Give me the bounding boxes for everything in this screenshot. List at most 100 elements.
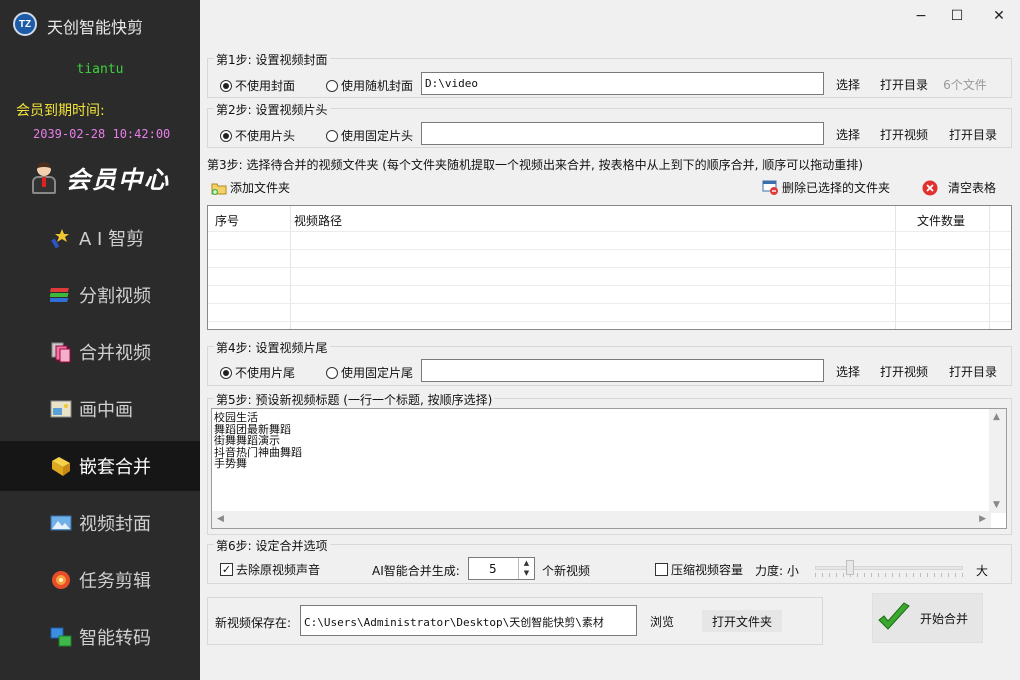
sidebar-item-task-edit[interactable]: 任务剪辑 <box>0 555 200 605</box>
add-folder-icon <box>211 183 227 195</box>
minimize-button[interactable]: − <box>911 6 931 26</box>
row-divider <box>208 267 1011 268</box>
radio-dot <box>220 366 232 379</box>
column-divider <box>290 206 291 329</box>
ai-count-unit: 个新视频 <box>542 564 591 578</box>
cover-path-input[interactable]: D:\video <box>421 72 824 95</box>
compress-label: 压缩视频容量 <box>671 563 744 577</box>
sidebar-item-label: 画中画 <box>79 400 133 421</box>
stepper-up-icon[interactable]: ▲ <box>519 558 534 568</box>
row-divider <box>208 321 1011 322</box>
step2-radio-none[interactable]: 不使用片头 <box>220 127 295 144</box>
outro-path-input[interactable] <box>421 359 824 382</box>
step1-radio-none[interactable]: 不使用封面 <box>220 77 295 94</box>
sidebar-item-label: 嵌套合并 <box>79 457 151 478</box>
remove-selected-folder-button[interactable]: 删除已选择的文件夹 <box>762 179 890 196</box>
output-label: 新视频保存在: <box>215 616 292 630</box>
sidebar-item-label: 合并视频 <box>79 343 151 364</box>
outro-select-button[interactable]: 选择 <box>830 360 866 382</box>
transcode-icon <box>50 627 72 647</box>
green-check-icon <box>878 602 910 630</box>
step6-title: 第6步: 设定合并选项 <box>214 537 330 554</box>
strength-label: 力度: 小 <box>755 564 799 578</box>
row-divider <box>208 285 1011 286</box>
sidebar-item-merge-video[interactable]: 合并视频 <box>0 327 200 377</box>
maximize-button[interactable]: ☐ <box>947 6 967 26</box>
intro-select-button[interactable]: 选择 <box>830 123 866 145</box>
add-folder-button[interactable]: 添加文件夹 <box>211 179 290 196</box>
sidebar-item-video-cover[interactable]: 视频封面 <box>0 498 200 548</box>
remove-audio-checkbox[interactable]: ✓ 去除原视频声音 <box>220 561 320 578</box>
row-divider <box>208 231 1011 232</box>
sidebar-item-split-video[interactable]: 分割视频 <box>0 270 200 320</box>
sidebar-item-ai-edit[interactable]: A I 智剪 <box>0 213 200 263</box>
column-divider <box>989 206 990 329</box>
outro-open-video-button[interactable]: 打开视频 <box>874 360 934 382</box>
step2-title: 第2步: 设置视频片头 <box>214 101 330 118</box>
folder-table[interactable]: 序号 视频路径 文件数量 <box>207 205 1012 330</box>
sidebar-item-label: A I 智剪 <box>79 229 145 250</box>
ai-count-label: AI智能合并生成: <box>372 564 460 578</box>
ai-count-stepper[interactable]: 5 ▲ ▼ <box>468 557 535 580</box>
open-folder-button[interactable]: 打开文件夹 <box>702 610 782 632</box>
scroll-right-icon[interactable]: ▶ <box>979 514 986 524</box>
intro-open-video-button[interactable]: 打开视频 <box>874 123 934 145</box>
ai-count-value[interactable]: 5 <box>489 562 497 576</box>
stepper-down-icon[interactable]: ▼ <box>519 568 534 578</box>
close-button[interactable]: ✕ <box>989 6 1009 26</box>
column-header-file-count[interactable]: 文件数量 <box>917 212 965 229</box>
column-header-index[interactable]: 序号 <box>215 212 239 229</box>
sidebar-item-picture-in-picture[interactable]: 画中画 <box>0 384 200 434</box>
video-cover-icon <box>50 515 72 531</box>
step4-radio-none[interactable]: 不使用片尾 <box>220 364 295 381</box>
businessman-icon <box>30 160 58 194</box>
sidebar-item-label: 任务剪辑 <box>79 571 151 592</box>
horizontal-scrollbar[interactable]: ◀ ▶ <box>212 511 991 528</box>
strength-max-label: 大 <box>976 564 989 578</box>
sidebar-item-transcode[interactable]: 智能转码 <box>0 612 200 662</box>
radio-dot <box>220 129 232 142</box>
vip-center-button[interactable]: 会员中心 <box>0 154 200 200</box>
column-divider <box>895 206 896 329</box>
start-merge-button[interactable]: 开始合并 <box>872 593 983 643</box>
intro-open-dir-button[interactable]: 打开目录 <box>943 123 1003 145</box>
radio-label: 不使用片尾 <box>235 366 296 380</box>
radio-dot <box>326 129 338 142</box>
split-video-icon <box>50 288 69 302</box>
clear-red-x-icon <box>922 180 938 195</box>
step1-radio-random[interactable]: 使用随机封面 <box>326 77 413 94</box>
radio-label: 使用固定片尾 <box>341 366 414 380</box>
titles-list: 校园生活 舞蹈团最新舞蹈 街舞舞蹈演示 抖音热门神曲舞蹈 手势舞 <box>214 412 302 470</box>
clear-table-button[interactable]: 清空表格 <box>922 179 996 196</box>
slider-thumb[interactable] <box>845 560 854 575</box>
stepper-arrows[interactable]: ▲ ▼ <box>518 558 534 579</box>
scroll-down-icon[interactable]: ▼ <box>993 500 1000 510</box>
vertical-scrollbar[interactable]: ▲ ▼ <box>989 409 1006 513</box>
intro-path-input[interactable] <box>421 122 824 145</box>
output-path-input[interactable]: C:\Users\Administrator\Desktop\天创智能快剪\素材 <box>300 605 637 636</box>
strength-slider[interactable] <box>813 559 965 579</box>
scroll-up-icon[interactable]: ▲ <box>993 412 1000 422</box>
title-line: 手势舞 <box>214 457 247 470</box>
sidebar-item-nested-merge[interactable]: 嵌套合并 <box>0 441 200 491</box>
step4-radio-fixed[interactable]: 使用固定片尾 <box>326 364 413 381</box>
radio-dot <box>220 79 232 92</box>
titles-textarea[interactable]: 校园生活 舞蹈团最新舞蹈 街舞舞蹈演示 抖音热门神曲舞蹈 手势舞 ▲ ▼ ◀ ▶ <box>211 408 1007 529</box>
outro-open-dir-button[interactable]: 打开目录 <box>943 360 1003 382</box>
cover-select-button[interactable]: 选择 <box>830 73 866 95</box>
picture-in-picture-icon <box>50 400 72 418</box>
radio-label: 不使用封面 <box>235 79 296 93</box>
browse-button[interactable]: 浏览 <box>644 610 680 632</box>
scroll-left-icon[interactable]: ◀ <box>217 514 224 524</box>
remove-folder-icon <box>762 180 778 195</box>
radio-label: 使用随机封面 <box>341 79 414 93</box>
compress-checkbox[interactable]: 压缩视频容量 <box>655 561 743 578</box>
sidebar: TZ 天创智能快剪 tiantu 会员到期时间: 2039-02-28 10:4… <box>0 0 200 680</box>
column-header-path[interactable]: 视频路径 <box>294 212 342 229</box>
cover-open-dir-button[interactable]: 打开目录 <box>874 73 934 95</box>
step2-radio-fixed[interactable]: 使用固定片头 <box>326 127 413 144</box>
radio-label: 不使用片头 <box>235 129 296 143</box>
vip-expire-date: 2039-02-28 10:42:00 <box>33 127 171 141</box>
clear-table-label: 清空表格 <box>948 181 997 195</box>
vip-expire-label: 会员到期时间: <box>16 103 105 119</box>
